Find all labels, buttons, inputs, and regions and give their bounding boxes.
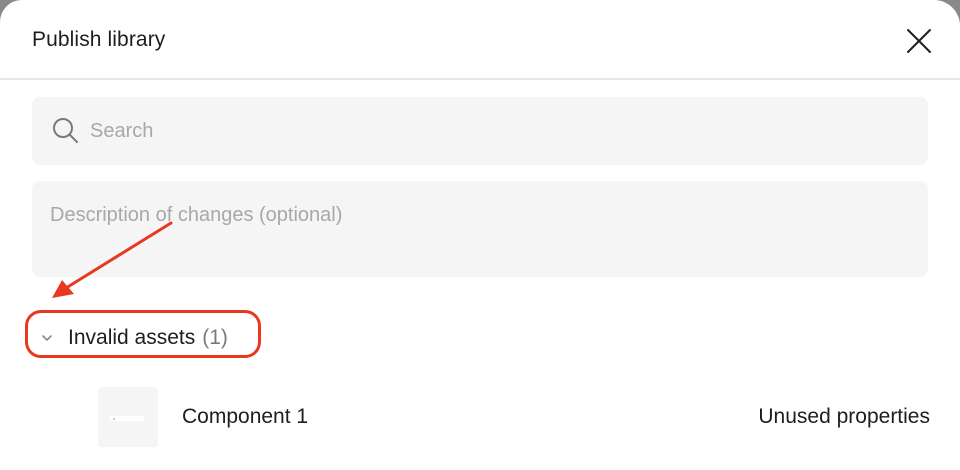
thumbnail-preview: [110, 416, 144, 421]
asset-status: Unused properties: [758, 405, 930, 428]
invalid-assets-count: (1): [202, 326, 228, 349]
close-button[interactable]: [900, 22, 938, 60]
search-icon: [53, 118, 78, 143]
search-field[interactable]: [32, 97, 928, 165]
description-field[interactable]: [32, 181, 928, 277]
list-item[interactable]: Component 1 Unused properties: [0, 384, 960, 450]
component-thumbnail: [98, 387, 158, 447]
asset-name: Component 1: [182, 405, 309, 428]
close-icon: [907, 29, 931, 53]
thumbnail-dot: [113, 418, 115, 420]
chevron-down-icon: [42, 335, 52, 341]
search-input[interactable]: [90, 97, 910, 165]
dialog-title: Publish library: [32, 28, 166, 51]
publish-library-dialog: Publish library Invalid assets (1) Compo…: [0, 0, 960, 470]
dialog-header: Publish library: [0, 0, 960, 80]
invalid-assets-label: Invalid assets: [68, 326, 196, 349]
invalid-assets-toggle[interactable]: Invalid assets (1): [40, 320, 228, 356]
description-input[interactable]: [50, 203, 910, 263]
